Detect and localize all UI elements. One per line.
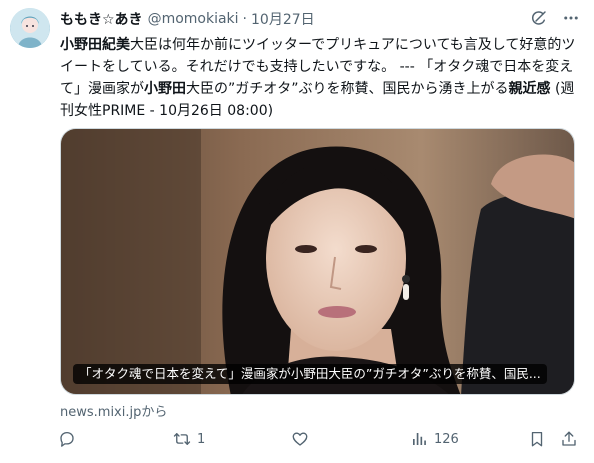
action-bar: 1 126 [58, 430, 580, 452]
highlighted-keyword: 小野田 [144, 81, 186, 97]
card-image [61, 129, 574, 394]
highlighted-keyword: 親近感 [508, 81, 551, 97]
bookmark-icon [528, 430, 546, 448]
views-count: 126 [434, 431, 459, 447]
reply-button[interactable] [58, 430, 82, 448]
repost-icon [173, 430, 191, 448]
repost-count: 1 [197, 431, 206, 447]
tweet-text: 小野田紀美大臣は何年か前にツイッターでプリキュアについても言及して好意的ツイート… [60, 34, 580, 122]
tweet-header: ももき☆あき @momokiaki · 10月27日 [60, 9, 315, 29]
tweet-text-part: 大臣の”ガチオタ”ぶりを称賛、国民から湧き上がる [186, 81, 509, 97]
link-card[interactable]: 「オタク魂で日本を変えて」漫画家が小野田大臣の”ガチオタ”ぶりを称賛、国民... [60, 128, 575, 395]
separator-dot: · [242, 11, 247, 27]
display-name[interactable]: ももき☆あき [60, 9, 143, 29]
reply-icon [58, 430, 76, 448]
repost-button[interactable]: 1 [173, 430, 205, 448]
timestamp[interactable]: 10月27日 [251, 9, 315, 29]
share-button[interactable] [560, 430, 578, 448]
like-button[interactable] [291, 430, 315, 448]
card-caption: 「オタク魂で日本を変えて」漫画家が小野田大臣の”ガチオタ”ぶりを称賛、国民... [73, 364, 547, 384]
like-icon [291, 430, 309, 448]
user-handle[interactable]: @momokiaki [148, 11, 239, 27]
views-icon [410, 430, 428, 448]
avatar[interactable] [10, 8, 50, 48]
more-icon[interactable] [562, 9, 580, 27]
grok-icon[interactable] [530, 9, 548, 27]
views-button[interactable]: 126 [410, 430, 459, 448]
highlighted-keyword: 小野田紀美 [60, 37, 130, 53]
share-icon [560, 430, 578, 448]
card-source[interactable]: news.mixi.jpから [60, 401, 167, 420]
bookmark-button[interactable] [528, 430, 546, 448]
tweet[interactable]: ももき☆あき @momokiaki · 10月27日 小野田紀美大臣は何年か前に… [0, 0, 594, 463]
